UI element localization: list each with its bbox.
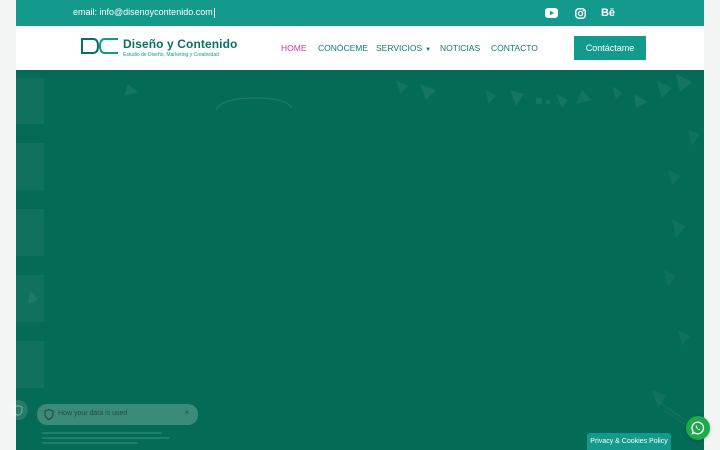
page: email: info@disenoycontenido.com Bē Dise… [16, 0, 704, 450]
instagram-icon[interactable] [573, 5, 587, 21]
nav-item-home[interactable]: HOME [281, 43, 307, 53]
whatsapp-icon [691, 421, 705, 435]
shield-icon [13, 404, 23, 416]
cookie-notice-title: How your data is used [58, 410, 128, 417]
topbar-separator [214, 8, 215, 18]
contact-button[interactable]: Contáctame [574, 36, 646, 60]
cookie-text-line [42, 432, 162, 434]
top-bar: email: info@disenoycontenido.com Bē [16, 0, 704, 26]
cookie-text-line [42, 437, 170, 439]
chevron-down-icon: ▼ [425, 47, 432, 53]
shield-icon [44, 409, 54, 420]
hero-section [16, 70, 704, 450]
nav-item-contacto[interactable]: CONTACTO [491, 43, 538, 53]
youtube-icon[interactable] [544, 5, 558, 21]
hero-decoration [16, 74, 700, 433]
site-header: Diseño y Contenido Estudio de Diseño, Ma… [16, 26, 704, 70]
close-icon[interactable]: × [184, 408, 189, 417]
privacy-settings-button[interactable] [8, 400, 28, 420]
nav-item-servicios[interactable]: SERVICIOS ▼ [376, 43, 431, 53]
nav-item-noticias[interactable]: NOTICIAS [440, 43, 480, 53]
privacy-policy-button[interactable]: Privacy & Cookies Policy [587, 433, 671, 450]
contact-email[interactable]: email: info@disenoycontenido.com [73, 7, 213, 17]
cookie-notice[interactable]: How your data is used × [37, 404, 198, 425]
whatsapp-button[interactable] [686, 416, 710, 440]
nav-item-servicios-label: SERVICIOS [376, 43, 423, 53]
cookie-text-line [42, 442, 138, 444]
behance-icon[interactable]: Bē [600, 5, 616, 21]
nav-item-conoceme[interactable]: CONÓCEME [318, 43, 368, 53]
cookie-notice-body [42, 432, 172, 450]
